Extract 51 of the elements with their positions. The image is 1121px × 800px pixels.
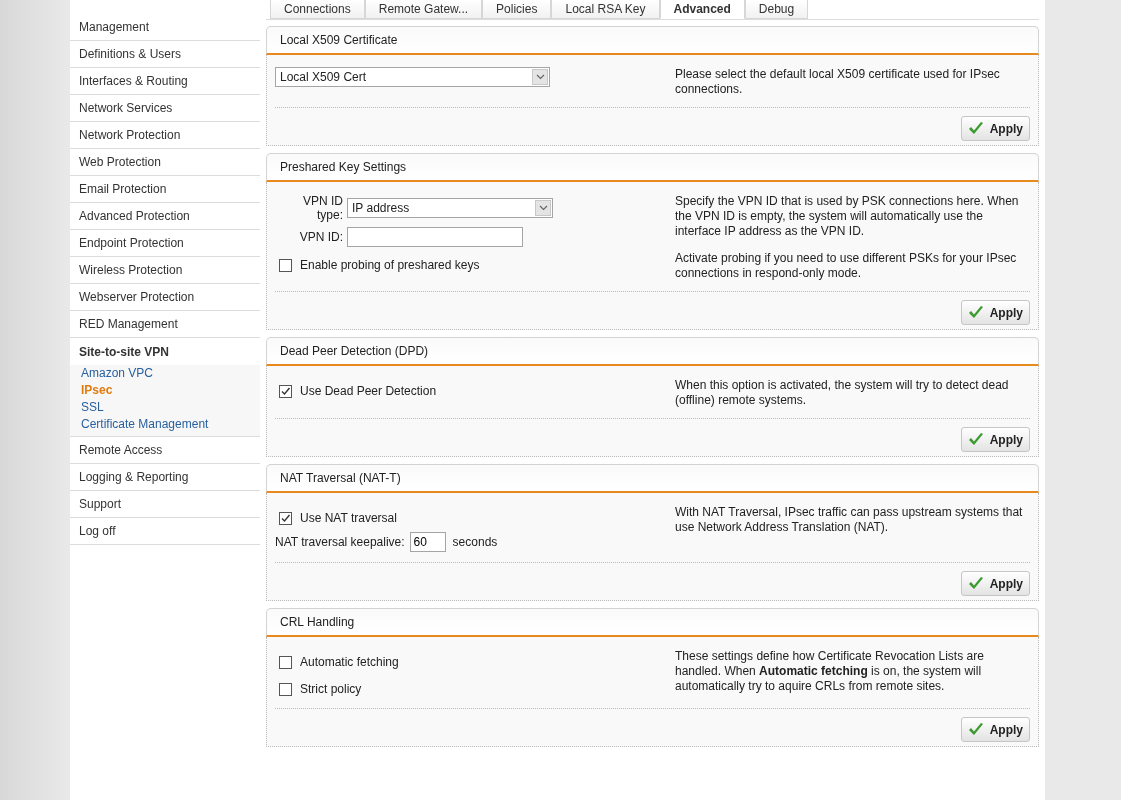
checkmark-icon	[967, 121, 984, 136]
apply-button[interactable]: Apply	[960, 427, 1030, 452]
field-label: VPN ID type:	[302, 194, 343, 222]
apply-button[interactable]: Apply	[960, 571, 1030, 596]
checkmark-icon	[967, 722, 984, 737]
checkbox[interactable]	[279, 655, 292, 669]
checkbox[interactable]	[279, 682, 292, 696]
checkbox-label: Use Dead Peer Detection	[300, 384, 437, 398]
checkbox-label: Use NAT traversal	[300, 511, 397, 525]
sidebar-group-title[interactable]: Site-to-site VPN	[70, 338, 260, 365]
tab[interactable]: Advanced	[659, 0, 745, 19]
section-title: CRL Handling	[280, 615, 355, 629]
apply-button[interactable]: Apply	[960, 717, 1030, 742]
checkbox-label: Strict policy	[300, 682, 362, 696]
tab[interactable]: Connections	[270, 0, 365, 19]
tab[interactable]: Local RSA Key	[551, 0, 660, 19]
select-field[interactable]: IP address	[347, 198, 553, 218]
checkbox[interactable]	[279, 258, 292, 272]
section-title: Local X509 Certificate	[280, 33, 398, 47]
caret-icon	[535, 74, 545, 80]
caret-icon	[538, 205, 548, 211]
tab[interactable]: Policies	[482, 0, 552, 19]
tab[interactable]: Debug	[744, 0, 809, 19]
input-field[interactable]	[347, 227, 523, 247]
select-field[interactable]: Local X509 Cert	[275, 67, 550, 87]
number-field[interactable]: 60	[409, 532, 446, 552]
checkmark-icon	[967, 432, 984, 447]
section-title: Preshared Key Settings	[280, 160, 407, 174]
sidebar-subitem[interactable]: Amazon VPC	[70, 365, 260, 382]
sidebar-subitem[interactable]: SSL	[70, 399, 260, 416]
checkbox[interactable]	[279, 384, 292, 398]
checkbox-label: Enable probing of preshared keys	[300, 258, 480, 272]
checkmark-icon	[967, 576, 984, 591]
checkbox-label: Automatic fetching	[300, 655, 399, 669]
field-label: VPN ID:	[298, 230, 343, 244]
apply-button[interactable]: Apply	[960, 116, 1030, 141]
description-text: When this option is activated, the system will try to detect dead (offline) remote systems.	[675, 378, 1010, 408]
description-text: Activate probing if you need to use different PSKs for your IPsec connections in respond-only mode.	[675, 251, 1018, 281]
description-text: With NAT Traversal, IPsec traffic can pass upstream systems that use Network Address Translation (NAT).	[675, 505, 1024, 535]
sidebar-subitem[interactable]: Certificate Management	[70, 416, 260, 433]
section-title: NAT Traversal (NAT-T)	[280, 471, 401, 485]
field-label: NAT traversal keepalive:	[275, 535, 405, 549]
description-text: Specify the VPN ID that is used by PSK connections here. When the VPN ID is empty, the system will automatically use the interface IP address as the VPN ID.	[675, 194, 1020, 239]
description-text: These settings define how Certificate Revocation Lists are handled. When Automatic fetching is on, the system will automatically try to aquire CRLs from remote sites.	[675, 649, 985, 694]
apply-button[interactable]: Apply	[960, 300, 1030, 325]
tab[interactable]: Remote Gatew...	[364, 0, 483, 19]
checkmark-icon	[967, 305, 984, 320]
section-title: Dead Peer Detection (DPD)	[280, 344, 429, 358]
checkbox[interactable]	[279, 511, 292, 525]
description-text: Please select the default local X509 certificate used for IPsec connections.	[675, 67, 1001, 97]
unit-label: seconds	[452, 535, 498, 549]
